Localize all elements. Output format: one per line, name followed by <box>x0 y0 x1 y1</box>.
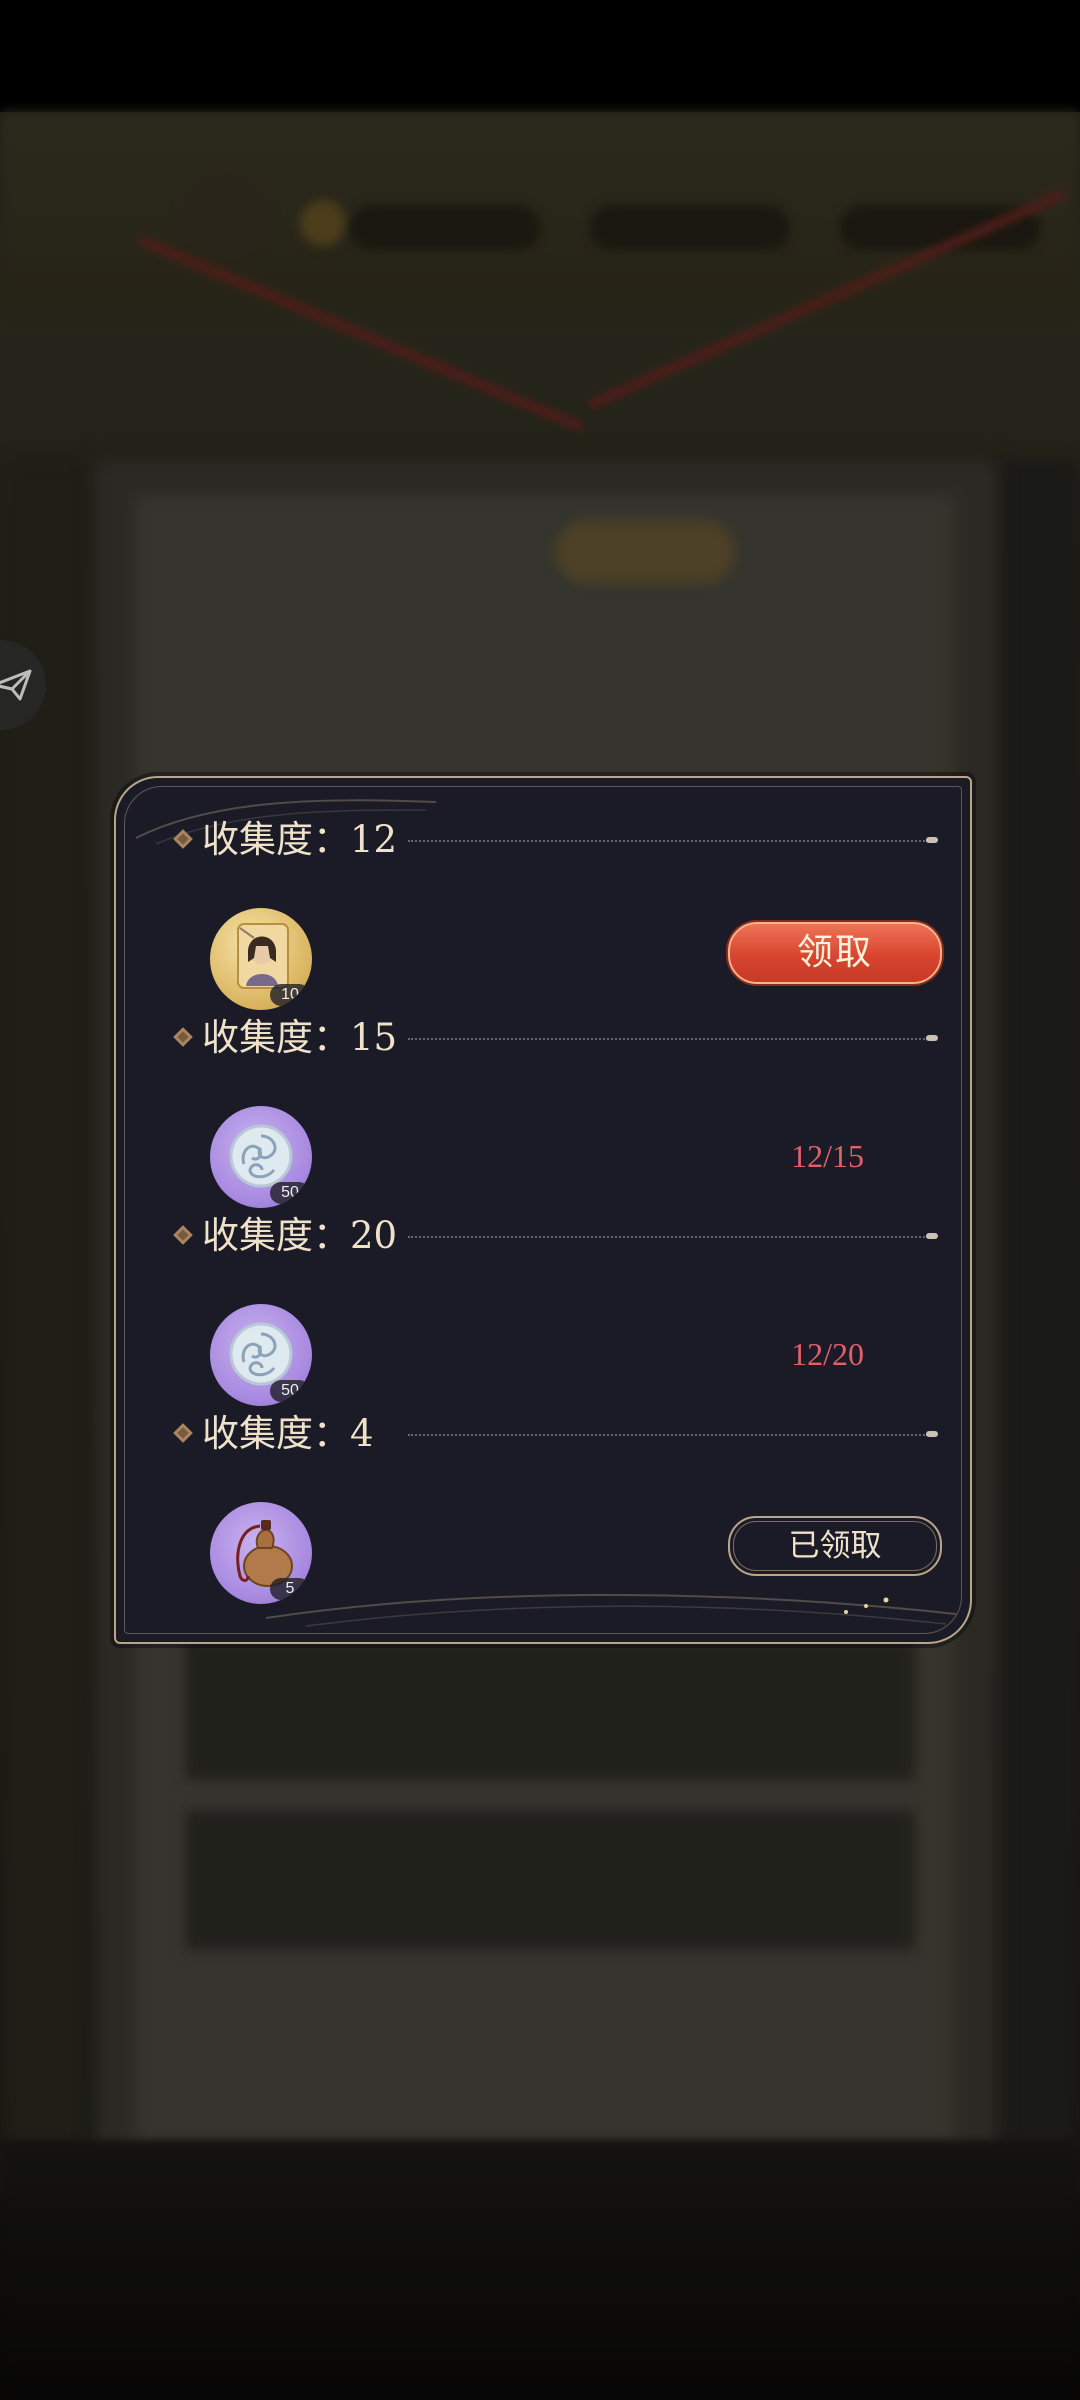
jade-swirl-token-icon[interactable]: 50 <box>210 1304 312 1406</box>
diamond-bullet-icon <box>173 1225 193 1245</box>
screen: 收集度：12 10 领取 收集度：15 50 12/15 收集度：20 50 1… <box>0 0 1080 2400</box>
reward-row: 50 12/15 <box>210 1106 930 1216</box>
progress-text: 12/20 <box>791 1336 864 1372</box>
diamond-bullet-icon <box>173 829 193 849</box>
dotted-divider <box>408 1434 928 1436</box>
item-count-badge: 50 <box>270 1380 310 1402</box>
tier-header: 收集度：15 <box>173 1008 956 1068</box>
reward-row: 50 12/20 <box>210 1304 930 1414</box>
tier-title: 收集度：12 <box>202 818 398 861</box>
reward-row: 10 领取 <box>210 908 942 1018</box>
reward-row: 5 已领取 <box>210 1502 942 1612</box>
diamond-bullet-icon <box>173 1423 193 1443</box>
divider-end-dot <box>926 1035 938 1041</box>
divider-end-dot <box>926 1233 938 1239</box>
paper-plane-icon <box>0 669 32 701</box>
claimed-button[interactable]: 已领取 <box>728 1516 942 1576</box>
gourd-flask-icon[interactable]: 5 <box>210 1502 312 1604</box>
dotted-divider <box>408 1236 928 1238</box>
divider-end-dot <box>926 1431 938 1437</box>
character-portrait-icon[interactable]: 10 <box>210 908 312 1010</box>
item-count-badge: 5 <box>270 1578 310 1600</box>
dotted-divider <box>408 840 928 842</box>
tier-header: 收集度：12 <box>173 810 956 870</box>
progress-text: 12/15 <box>791 1138 864 1174</box>
item-count-badge: 10 <box>270 984 310 1006</box>
tier-header: 收集度：20 <box>173 1206 956 1266</box>
item-count-badge: 50 <box>270 1182 310 1204</box>
jade-swirl-token-icon[interactable]: 50 <box>210 1106 312 1208</box>
dotted-divider <box>408 1038 928 1040</box>
claim-button[interactable]: 领取 <box>728 922 942 984</box>
tier-title: 收集度：20 <box>202 1214 398 1257</box>
tier-header: 收集度：4 <box>173 1404 956 1464</box>
tier-title: 收集度：4 <box>202 1412 374 1455</box>
tier-title: 收集度：15 <box>202 1016 398 1059</box>
collection-rewards-dialog: 收集度：12 10 领取 收集度：15 50 12/15 收集度：20 50 1… <box>114 776 972 1644</box>
divider-end-dot <box>926 837 938 843</box>
diamond-bullet-icon <box>173 1027 193 1047</box>
